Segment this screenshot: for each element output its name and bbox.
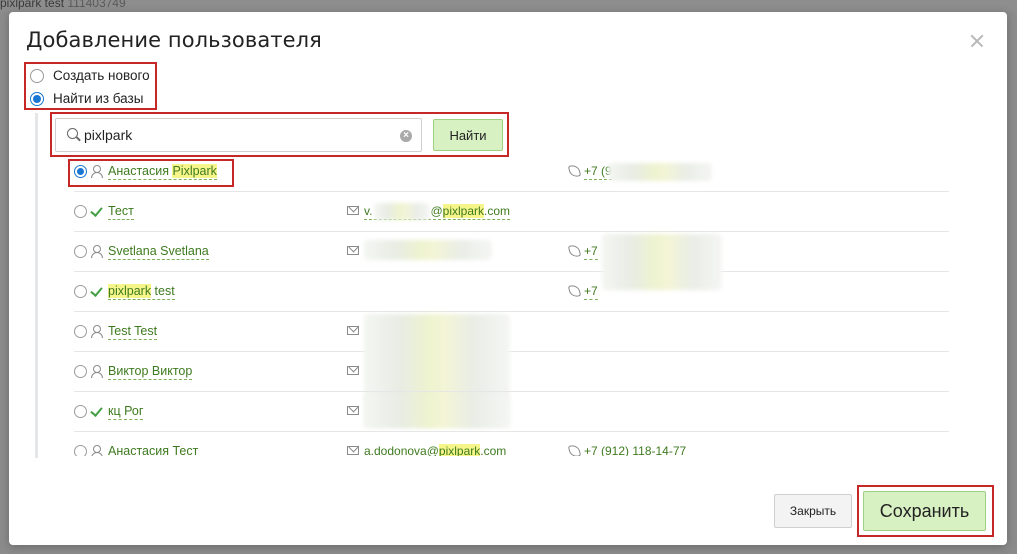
search-input[interactable]	[84, 124, 384, 146]
table-row[interactable]: Svetlana Svetlana +7	[74, 232, 949, 290]
search-icon	[67, 128, 78, 139]
user-phone: +7 (912) 118-14-77	[584, 444, 686, 456]
phone-icon	[567, 164, 580, 177]
search-panel-rail	[35, 113, 38, 458]
option-find-in-db-label: Найти из базы	[53, 91, 144, 106]
close-button[interactable]: Закрыть	[774, 494, 852, 528]
redacted-email	[364, 240, 492, 260]
mail-icon	[347, 406, 359, 415]
row-radio[interactable]	[74, 245, 87, 258]
user-name-link[interactable]: Анастасия Тест	[108, 444, 198, 456]
user-icon	[90, 364, 104, 378]
row-radio[interactable]	[74, 285, 87, 298]
user-name-link[interactable]: Тест	[108, 204, 134, 220]
user-name-link[interactable]: Svetlana Svetlana	[108, 244, 209, 260]
phone-icon	[567, 444, 580, 456]
phone-icon	[567, 284, 580, 297]
option-find-in-db[interactable]: Найти из базы	[30, 91, 143, 106]
user-phone: +7	[584, 284, 598, 300]
save-button[interactable]: Сохранить	[863, 491, 986, 531]
redacted-phone	[608, 163, 712, 181]
user-name-link[interactable]: Test Test	[108, 324, 158, 340]
selected-row-highlight	[68, 159, 234, 187]
table-row[interactable]: кц Рог	[74, 392, 949, 432]
user-name-link[interactable]: кц Рог	[108, 404, 144, 420]
add-user-dialog: Добавление пользователя Создать нового Н…	[9, 12, 1007, 545]
background-title: pixlpark test 111403749	[0, 0, 126, 10]
phone-icon	[567, 244, 580, 257]
option-create-new[interactable]: Создать нового	[30, 68, 150, 83]
search-field[interactable]: ×	[55, 118, 422, 152]
dialog-title: Добавление пользователя	[26, 28, 322, 52]
radio-find-in-db[interactable]	[30, 91, 44, 106]
user-email[interactable]: a.dodonova@pixlpark.com	[364, 444, 506, 456]
table-row[interactable]: Test Test	[74, 312, 949, 428]
mail-icon	[347, 246, 359, 255]
row-radio[interactable]	[74, 365, 87, 378]
option-create-new-label: Создать нового	[53, 68, 150, 83]
radio-create-new[interactable]	[30, 68, 44, 83]
row-radio[interactable]	[74, 325, 87, 338]
find-button[interactable]: Найти	[433, 119, 503, 151]
mail-icon	[347, 366, 359, 375]
check-icon	[90, 204, 104, 218]
user-icon	[90, 444, 104, 456]
user-name-link[interactable]: pixlpark test	[108, 284, 175, 300]
user-icon	[90, 324, 104, 338]
table-row[interactable]: Виктор Виктор	[74, 352, 949, 392]
table-row[interactable]: Тест v. @pixlpark.com	[74, 192, 949, 232]
row-radio[interactable]	[74, 205, 87, 218]
table-row[interactable]: pixlpark test +7	[74, 272, 949, 312]
background-header: pixlpark test 111403749	[0, 0, 1017, 12]
table-row[interactable]: Анастасия Тест a.dodonova@pixlpark.com +…	[74, 432, 949, 456]
user-phone: +7	[584, 244, 598, 260]
row-radio[interactable]	[74, 405, 87, 418]
row-radio[interactable]	[74, 445, 87, 456]
close-icon[interactable]	[967, 30, 989, 52]
redacted-email	[364, 396, 510, 426]
mail-icon	[347, 326, 359, 335]
check-icon	[90, 404, 104, 418]
clear-icon[interactable]: ×	[400, 130, 412, 142]
mail-icon	[347, 206, 359, 215]
user-name-link[interactable]: Виктор Виктор	[108, 364, 193, 380]
check-icon	[90, 284, 104, 298]
mail-icon	[347, 446, 359, 455]
results-list: Анастасия Pixlpark +7 (9 Тест v. @pixlpar…	[49, 152, 949, 456]
redacted-email	[374, 203, 430, 220]
user-icon	[90, 244, 104, 258]
